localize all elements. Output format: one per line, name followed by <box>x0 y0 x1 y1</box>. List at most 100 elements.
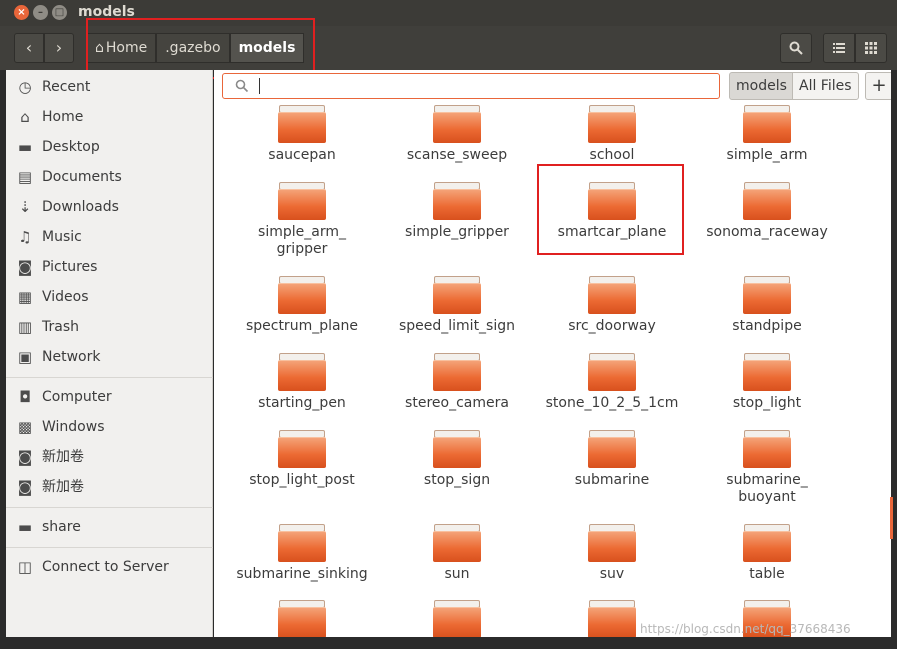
download-icon: ⇣ <box>18 198 32 216</box>
folder-item[interactable]: submarine_sinking <box>227 524 377 583</box>
folder-item[interactable]: suv <box>537 524 687 583</box>
sidebar-item-trash[interactable]: ▥ Trash <box>6 313 213 341</box>
folder-icon <box>278 600 326 637</box>
folder-icon <box>743 182 791 220</box>
folder-icon <box>743 430 791 468</box>
sidebar-item-pictures[interactable]: ◙ Pictures <box>6 253 213 281</box>
folder-icon <box>278 524 326 562</box>
folder-item[interactable]: stop_light_post <box>227 430 377 489</box>
scope-all-files-button[interactable]: All Files <box>792 72 859 100</box>
folder-name: scanse_sweep <box>406 147 508 163</box>
search-field[interactable] <box>222 73 720 99</box>
clock-icon: ◷ <box>18 78 32 96</box>
folder-item[interactable] <box>227 600 377 637</box>
sidebar-item-volume-1[interactable]: ◙ 新加卷 <box>6 443 213 471</box>
folder-icon <box>433 182 481 220</box>
folder-item[interactable]: stop_light <box>692 353 842 412</box>
folder-item[interactable]: stereo_camera <box>382 353 532 412</box>
folder-name: school <box>589 147 635 163</box>
folder-icon <box>433 600 481 637</box>
trash-icon: ▥ <box>17 318 33 336</box>
folder-item[interactable]: simple_arm <box>692 105 842 164</box>
folder-item[interactable]: spectrum_plane <box>227 276 377 335</box>
document-icon: ▤ <box>17 168 33 186</box>
folder-name: simple_gripper <box>405 224 509 240</box>
sidebar-item-computer[interactable]: ◘ Computer <box>6 383 213 411</box>
folder-item[interactable]: standpipe <box>692 276 842 335</box>
sidebar-item-home[interactable]: ⌂ Home <box>6 103 213 131</box>
folder-icon <box>588 430 636 468</box>
folder-name: starting_pen <box>258 395 346 411</box>
sidebar-item-downloads[interactable]: ⇣ Downloads <box>6 193 213 221</box>
forward-button[interactable]: › <box>44 33 74 63</box>
search-button[interactable] <box>780 33 812 63</box>
sidebar-item-windows[interactable]: ▩ Windows <box>6 413 213 441</box>
sidebar-item-videos[interactable]: ▦ Videos <box>6 283 213 311</box>
server-icon: ◫ <box>17 558 33 576</box>
scrollbar[interactable] <box>890 497 893 539</box>
folder-item[interactable]: stone_10_2_5_1cm <box>537 353 687 412</box>
sidebar-item-connect-to-server[interactable]: ◫ Connect to Server <box>6 553 213 581</box>
folder-item[interactable]: school <box>537 105 687 164</box>
music-icon: ♫ <box>18 228 32 246</box>
search-input[interactable] <box>259 77 699 95</box>
home-icon: ⌂ <box>20 108 30 126</box>
maximize-window-button[interactable]: □ <box>52 5 67 20</box>
search-icon <box>789 41 803 55</box>
folder-item[interactable]: starting_pen <box>227 353 377 412</box>
grid-icon <box>865 42 877 54</box>
smartcar-highlight-box <box>537 164 684 255</box>
folder-item[interactable]: sun <box>382 524 532 583</box>
minimize-window-button[interactable]: – <box>33 5 48 20</box>
folder-item[interactable]: simple_arm_ gripper <box>227 182 377 258</box>
list-view-button[interactable] <box>823 33 855 63</box>
folder-icon <box>588 353 636 391</box>
file-view: models All Files + saucepan scanse_sweep s… <box>214 70 891 637</box>
sidebar-item-volume-2[interactable]: ◙ 新加卷 <box>6 473 213 501</box>
back-button[interactable]: ‹ <box>14 33 44 63</box>
folder-icon <box>278 430 326 468</box>
folder-item[interactable]: sonoma_raceway <box>692 182 842 241</box>
folder-icon <box>278 353 326 391</box>
sidebar-item-share[interactable]: ▬ share <box>6 513 213 541</box>
sidebar-item-recent[interactable]: ◷ Recent <box>6 73 213 101</box>
folder-icon <box>433 430 481 468</box>
watermark: https://blog.csdn.net/qq_37668436 <box>640 622 851 636</box>
folder-item[interactable]: saucepan <box>227 105 377 164</box>
folder-name: stereo_camera <box>405 395 509 411</box>
sidebar-item-music[interactable]: ♫ Music <box>6 223 213 251</box>
grid-view-button[interactable] <box>855 33 887 63</box>
chevron-right-icon: › <box>55 38 63 57</box>
folder-icon <box>588 600 636 637</box>
folder-item[interactable]: stop_sign <box>382 430 532 489</box>
sidebar-divider <box>6 507 213 508</box>
folder-name: sun <box>444 566 470 582</box>
folder-icon <box>743 524 791 562</box>
folder-icon: ▬ <box>17 518 33 536</box>
folder-name: spectrum_plane <box>245 318 359 334</box>
folder-item[interactable]: src_doorway <box>537 276 687 335</box>
close-window-button[interactable]: × <box>14 5 29 20</box>
folder-name: stone_10_2_5_1cm <box>545 395 679 411</box>
folder-icon <box>433 353 481 391</box>
folder-icon <box>588 276 636 314</box>
add-search-criteria-button[interactable]: + <box>865 72 891 100</box>
drive-icon: ◙ <box>17 448 33 466</box>
folder-name: submarine <box>574 472 650 488</box>
folder-item[interactable] <box>382 600 532 637</box>
sidebar-item-documents[interactable]: ▤ Documents <box>6 163 213 191</box>
folder-name: submarine_ buoyant <box>726 472 808 505</box>
sidebar-item-network[interactable]: ▣ Network <box>6 343 213 371</box>
folder-item[interactable]: submarine <box>537 430 687 489</box>
scope-models-button[interactable]: models <box>729 72 794 100</box>
sidebar-item-desktop[interactable]: ▬ Desktop <box>6 133 213 161</box>
folder-name: stop_light <box>732 395 802 411</box>
folder-item[interactable]: simple_gripper <box>382 182 532 241</box>
folder-item[interactable]: table <box>692 524 842 583</box>
folder-item[interactable]: submarine_ buoyant <box>692 430 842 506</box>
folder-icon <box>278 182 326 220</box>
sidebar: ◷ Recent ⌂ Home ▬ Desktop ▤ Documents ⇣ Downl… <box>6 70 213 637</box>
folder-item[interactable]: scanse_sweep <box>382 105 532 164</box>
folder-item[interactable]: speed_limit_sign <box>382 276 532 335</box>
folder-name: stop_light_post <box>249 472 355 488</box>
